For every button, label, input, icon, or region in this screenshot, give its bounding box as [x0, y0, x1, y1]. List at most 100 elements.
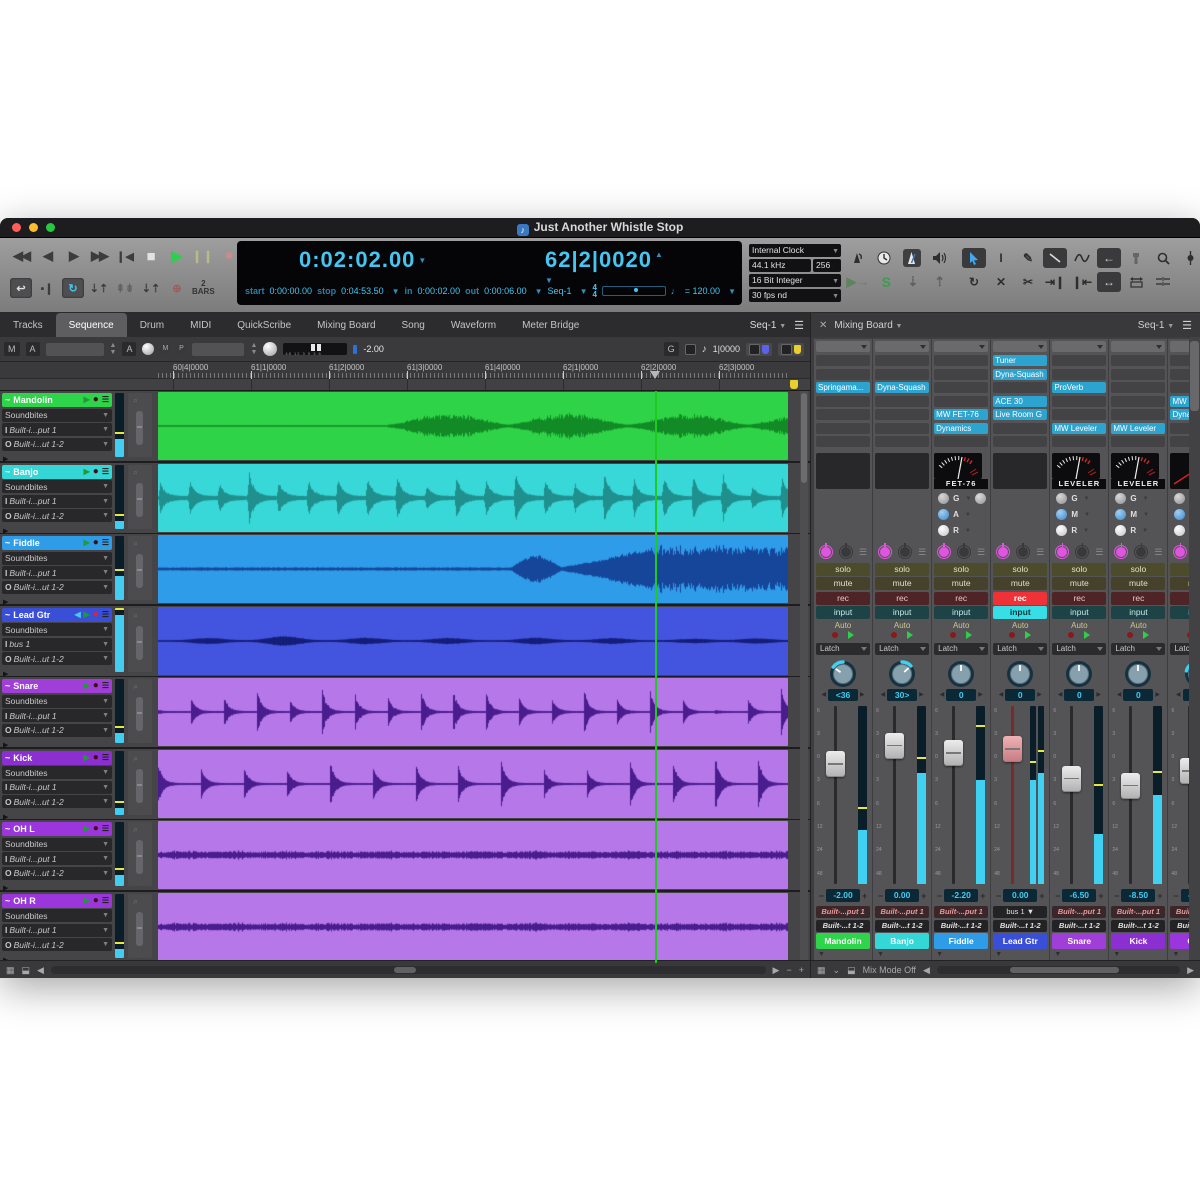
solo-button[interactable]: solo	[875, 563, 929, 576]
loop-icon[interactable]: ↻	[62, 278, 84, 298]
track-zoom-handle[interactable]	[136, 769, 143, 803]
countoff-clock-icon[interactable]	[876, 249, 894, 267]
audio-clip-kick[interactable]	[158, 750, 788, 818]
out-value[interactable]: 0:00:06.00	[484, 286, 527, 296]
track-record-icon[interactable]: ●	[93, 897, 99, 905]
audio-clip-snare[interactable]	[158, 678, 788, 746]
channel-input-select[interactable]: Built-...put 1	[875, 906, 929, 918]
trim-end-tool-icon[interactable]: ❙⇤	[1070, 272, 1094, 292]
track-output-select[interactable]: OBuilt-i...ut 1-2▼	[2, 509, 112, 522]
auto-play-icon[interactable]	[1025, 631, 1031, 639]
insert-slot-empty[interactable]	[1052, 369, 1106, 380]
tab-midi[interactable]: MIDI	[177, 313, 224, 337]
track-play-icon[interactable]: ▶	[84, 611, 90, 619]
insert-slot-empty[interactable]	[934, 436, 988, 447]
track-zoom-handle[interactable]	[136, 483, 143, 517]
auto-a-button[interactable]: A	[26, 342, 40, 356]
mix-mode-status[interactable]: Mix Mode Off	[863, 965, 916, 975]
channel-output-select[interactable]: Built-...t 1-2	[993, 920, 1047, 932]
channel-menu-icon[interactable]: ☰	[918, 547, 926, 558]
zoom-tool-icon[interactable]	[1151, 248, 1175, 268]
audio-monitor-icon[interactable]	[931, 249, 949, 267]
track-input-select[interactable]: IBuilt-i...put 1▼	[2, 924, 112, 937]
volume-increment-icon[interactable]: +	[1039, 891, 1044, 901]
insert-slot-empty[interactable]	[816, 396, 870, 407]
download-mix-icon[interactable]: ⇣	[905, 273, 922, 291]
track-menu-icon[interactable]: ☰	[102, 754, 109, 762]
record-arm-button[interactable]: rec	[816, 592, 870, 605]
frame-rate-select[interactable]: 30 fps nd▼	[749, 289, 841, 302]
audio-clip-oh-l[interactable]	[158, 821, 788, 889]
insert-plugin[interactable]: MW FET-76	[934, 409, 988, 420]
track-output-select[interactable]: OBuilt-i...ut 1-2▼	[2, 867, 112, 880]
undo-icon[interactable]: ↩	[10, 278, 32, 298]
volume-increment-icon[interactable]: +	[1157, 891, 1162, 901]
marker-button[interactable]: M	[4, 342, 20, 356]
track-title-bar[interactable]: ~Mandolin▶●☰	[2, 393, 112, 407]
fader-track[interactable]	[834, 706, 837, 885]
insert-slot-empty[interactable]	[934, 369, 988, 380]
volume-value[interactable]: 0.00	[885, 889, 919, 902]
horizontal-scrollbar[interactable]	[51, 966, 766, 974]
rewind-button[interactable]: ◀◀	[10, 246, 32, 266]
mute-button[interactable]: mute	[1111, 577, 1165, 590]
grid-snap-icon[interactable]	[685, 344, 696, 355]
auto-record-icon[interactable]	[1127, 632, 1133, 638]
plugin-knob-g[interactable]	[1174, 493, 1185, 504]
insert-plugin[interactable]: Springama...	[816, 382, 870, 393]
plugin-knob-r[interactable]	[1115, 525, 1126, 536]
insert-plugin[interactable]: Dyna-Squash	[993, 369, 1047, 380]
track-list-icon[interactable]: ▦	[6, 965, 15, 976]
track-input-select[interactable]: IBuilt-i...put 1▼	[2, 852, 112, 865]
plugin-knob-r[interactable]	[938, 525, 949, 536]
insert-plugin[interactable]: Dynamics	[934, 423, 988, 434]
insert-slot-empty[interactable]	[816, 369, 870, 380]
plugin-knob-a[interactable]	[938, 509, 949, 520]
insert-slot-empty[interactable]	[1111, 409, 1165, 420]
click-icon[interactable]	[848, 249, 866, 267]
sequence-selector[interactable]: Seq-1 ▼	[750, 320, 786, 331]
scroll-left-icon[interactable]: ◀	[37, 965, 44, 976]
pan-knob[interactable]	[944, 658, 978, 688]
mute-button[interactable]: mute	[875, 577, 929, 590]
track-menu-icon[interactable]: ☰	[102, 611, 109, 619]
track-header-fiddle[interactable]: ~Fiddle▶●☰Soundbites▼IBuilt-i...put 1▼OB…	[2, 536, 112, 600]
upload-mix-icon[interactable]: ⇡	[931, 273, 948, 291]
tab-song[interactable]: Song	[389, 313, 438, 337]
pencil-tool-icon[interactable]: ✎	[1016, 248, 1040, 268]
record-arm-button[interactable]: rec	[875, 592, 929, 605]
pan-knob[interactable]	[826, 658, 860, 688]
pan-right-arrow-icon[interactable]: ▶	[978, 691, 983, 698]
insert-slot-empty[interactable]	[875, 423, 929, 434]
channel-menu-icon[interactable]: ☰	[1095, 547, 1103, 558]
volume-decrement-icon[interactable]: −	[1173, 891, 1178, 901]
plugin-knob-m[interactable]	[1115, 509, 1126, 520]
track-zoom-lane[interactable]: ⌕	[128, 465, 152, 529]
channel-menu-icon[interactable]: ☰	[1154, 547, 1162, 558]
track-input-select[interactable]: Ibus 1▼	[2, 638, 112, 651]
track-zoom-handle[interactable]	[136, 411, 143, 445]
track-menu-icon[interactable]: ☰	[102, 468, 109, 476]
mute-tool-icon[interactable]: ✕	[989, 272, 1013, 292]
insert-bank-selector[interactable]	[1052, 341, 1106, 352]
channel-name[interactable]: Kick	[1111, 933, 1165, 949]
channel-name[interactable]: Lead Gtr	[993, 933, 1047, 949]
pan-knob[interactable]	[885, 658, 919, 688]
auto-record-icon[interactable]	[950, 632, 956, 638]
plugin-power-icon[interactable]	[937, 545, 951, 559]
prebar-count[interactable]: 2BARS	[192, 280, 215, 296]
track-header-mandolin[interactable]: ~Mandolin▶●☰Soundbites▼IBuilt-i...put 1▼…	[2, 393, 112, 457]
input-monitor-button[interactable]: input	[993, 606, 1047, 619]
plugin-knob-t[interactable]	[1174, 509, 1185, 520]
track-title-bar[interactable]: ~Banjo▶●☰	[2, 465, 112, 479]
add-take-icon[interactable]: ⊕	[166, 278, 188, 298]
plugin-knob-g[interactable]	[938, 493, 949, 504]
play-enable-icon[interactable]: ▶→	[848, 273, 868, 291]
plugin-power-icon[interactable]	[1114, 545, 1128, 559]
track-source-select[interactable]: Soundbites▼	[2, 552, 112, 565]
pan-left-arrow-icon[interactable]: ◀	[1058, 691, 1063, 698]
tab-quickscribe[interactable]: QuickScribe	[224, 313, 304, 337]
fader-track[interactable]	[1011, 706, 1014, 885]
slip-icon[interactable]: ▪❙	[36, 278, 58, 298]
track-menu-icon[interactable]: ☰	[102, 825, 109, 833]
